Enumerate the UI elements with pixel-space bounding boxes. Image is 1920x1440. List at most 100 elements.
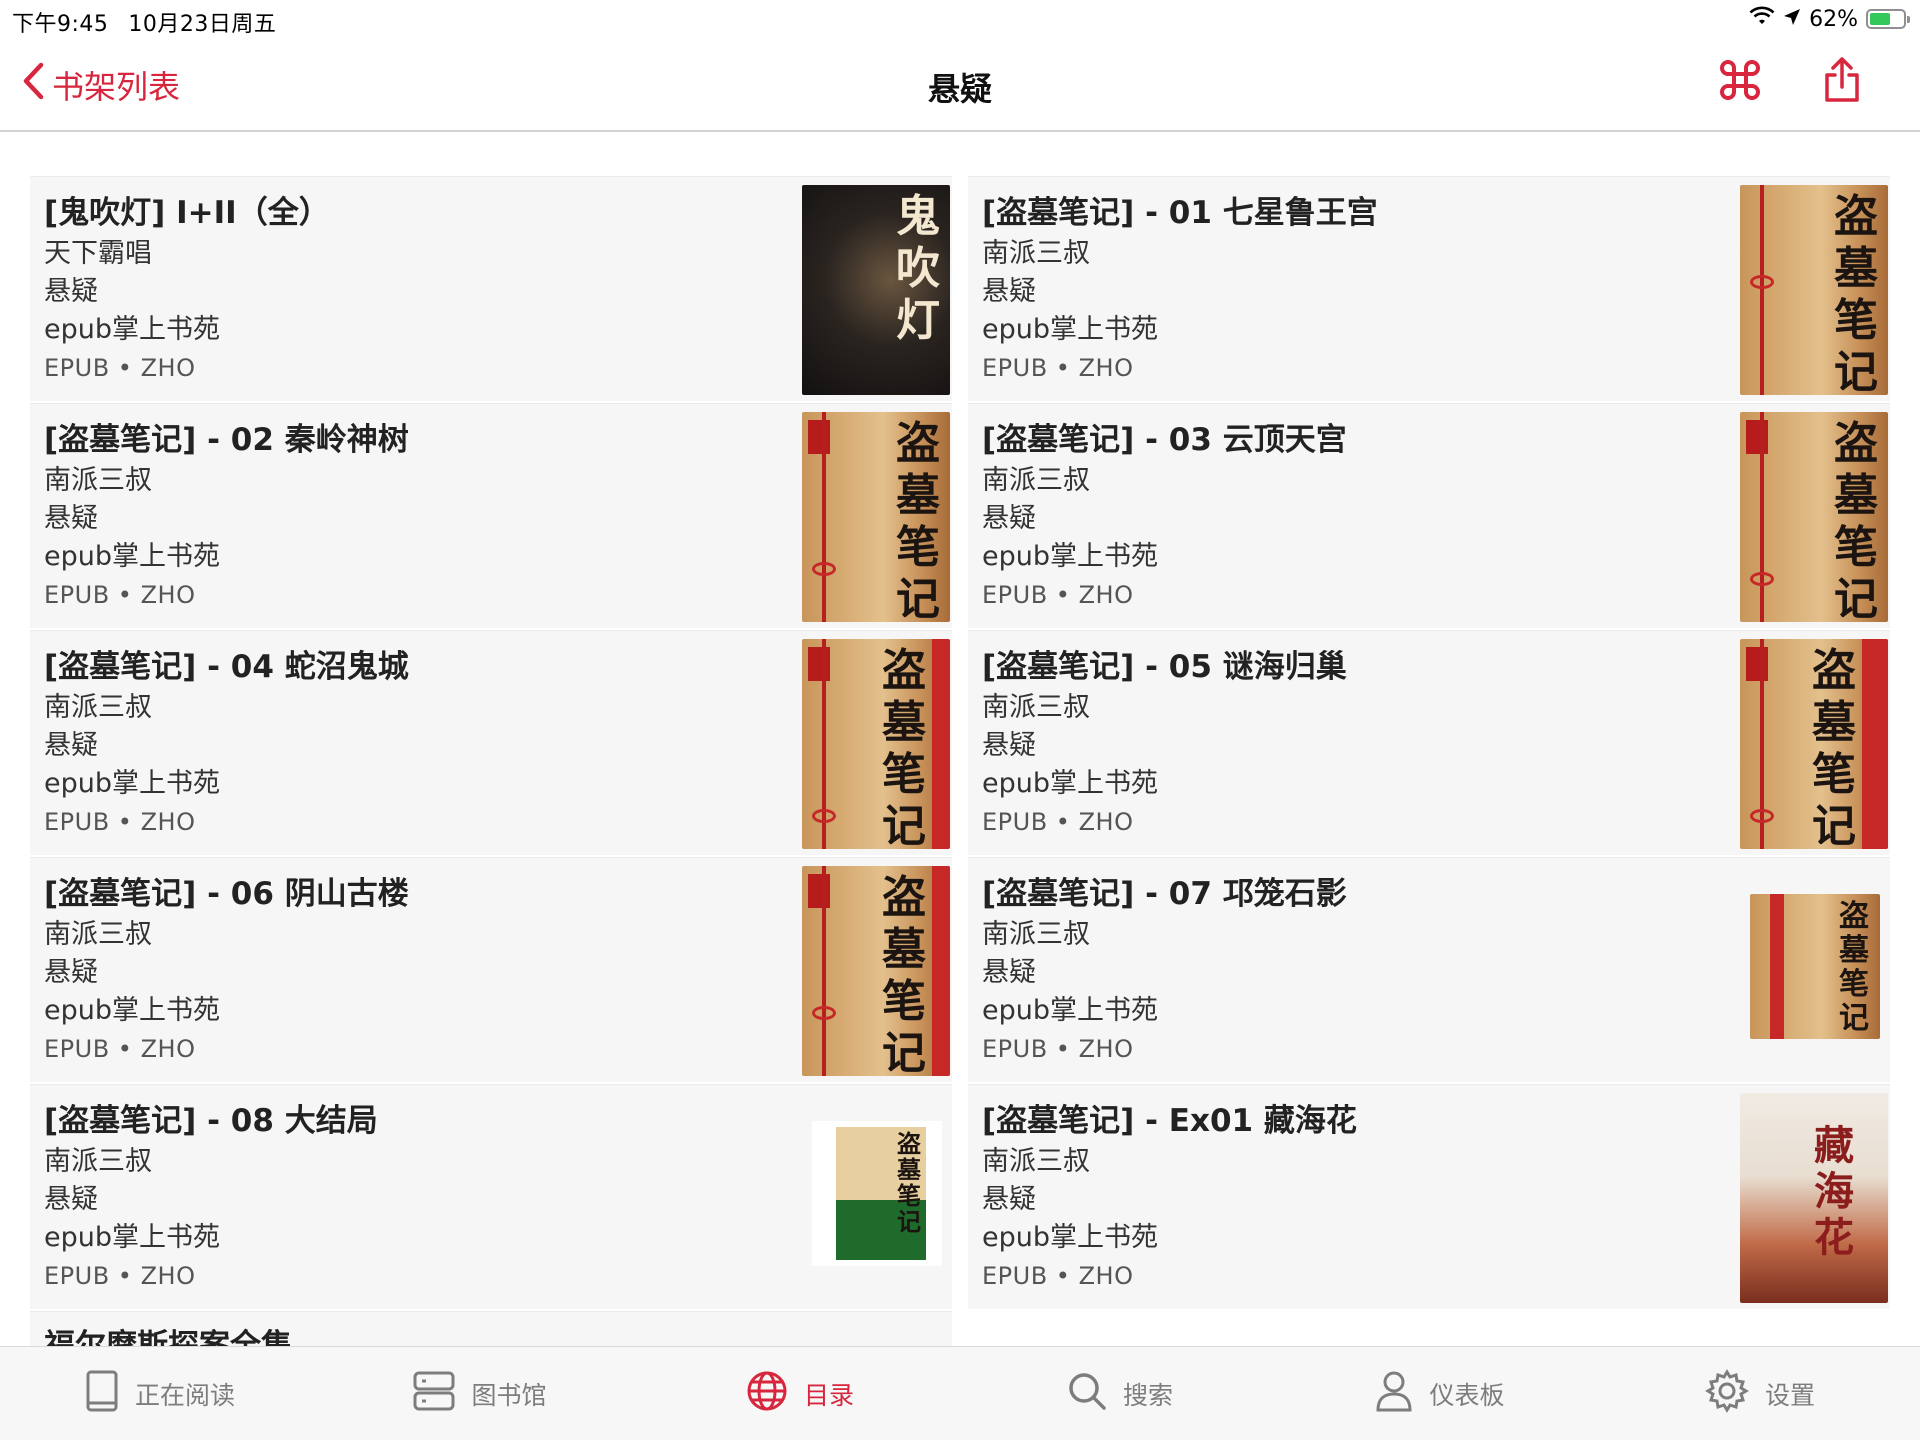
cover-strip — [1770, 894, 1784, 1039]
cover-knot — [1750, 809, 1774, 823]
cover-knot — [1750, 572, 1774, 586]
tab-dashboard[interactable]: 仪表板 — [1280, 1347, 1600, 1440]
book-info: [盗墓笔记] - 07 邛笼石影 南派三叔 悬疑 epub掌上书苑 EPUB •… — [982, 872, 1710, 1068]
book-category: 悬疑 — [44, 503, 98, 534]
book-publisher: epub掌上书苑 — [982, 1222, 1159, 1253]
tab-label: 目录 — [803, 1380, 854, 1410]
nav-actions — [1716, 57, 1866, 106]
book-title: 福尔摩斯探案全集 — [44, 1328, 292, 1346]
book-title: [盗墓笔记] - 05 谜海归巢 — [982, 649, 1347, 685]
book-card[interactable]: [盗墓笔记] - 04 蛇沼鬼城 南派三叔 悬疑 epub掌上书苑 EPUB •… — [30, 630, 952, 857]
book-format: EPUB • ZHO — [982, 808, 1134, 836]
book-author: 天下霸唱 — [44, 238, 152, 269]
book-card[interactable]: [盗墓笔记] - Ex01 藏海花 南派三叔 悬疑 epub掌上书苑 EPUB … — [968, 1084, 1890, 1311]
book-author: 南派三叔 — [982, 465, 1090, 496]
navigation-bar: 书架列表 悬疑 — [0, 38, 1920, 132]
book-category: 悬疑 — [982, 1184, 1036, 1215]
command-button[interactable] — [1716, 58, 1764, 106]
book-card[interactable]: [盗墓笔记] - 01 七星鲁王宫 南派三叔 悬疑 epub掌上书苑 EPUB … — [968, 176, 1890, 403]
book-title: [盗墓笔记] - 03 云顶天宫 — [982, 422, 1347, 458]
book-publisher: epub掌上书苑 — [982, 768, 1159, 799]
book-publisher: epub掌上书苑 — [982, 314, 1159, 345]
cover-title: 盗墓笔记 — [1812, 645, 1856, 849]
tab-library[interactable]: 图书馆 — [320, 1347, 640, 1440]
tab-label: 正在阅读 — [134, 1380, 235, 1410]
book-title: [盗墓笔记] - Ex01 藏海花 — [982, 1103, 1357, 1139]
book-icon — [85, 1370, 119, 1418]
book-category: 悬疑 — [44, 276, 98, 307]
book-category: 悬疑 — [44, 1184, 98, 1215]
cover-strip — [932, 866, 950, 1076]
book-format: EPUB • ZHO — [982, 1262, 1134, 1290]
book-format: EPUB • ZHO — [982, 354, 1134, 382]
status-bar: 下午9:45 10月23日周五 62% — [0, 0, 1920, 38]
book-info: [盗墓笔记] - Ex01 藏海花 南派三叔 悬疑 epub掌上书苑 EPUB … — [982, 1099, 1710, 1295]
book-category: 悬疑 — [44, 957, 98, 988]
cover-tag — [1746, 647, 1768, 681]
battery-icon — [1866, 9, 1910, 29]
book-title: [盗墓笔记] - 08 大结局 — [44, 1103, 378, 1139]
status-date: 10月23日周五 — [128, 12, 277, 37]
tab-settings[interactable]: 设置 — [1600, 1347, 1920, 1440]
cover-tag — [808, 874, 830, 908]
cover-ribbon — [1760, 412, 1764, 622]
cover-tag — [808, 647, 830, 681]
cover-knot — [812, 562, 836, 576]
share-button[interactable] — [1818, 57, 1866, 106]
battery-fill — [1870, 13, 1890, 25]
book-category: 悬疑 — [982, 957, 1036, 988]
tab-label: 设置 — [1764, 1380, 1815, 1410]
book-info: [盗墓笔记] - 08 大结局 南派三叔 悬疑 epub掌上书苑 EPUB • … — [44, 1099, 772, 1295]
cover-strip — [1862, 639, 1888, 849]
page-title: 悬疑 — [927, 70, 992, 108]
book-card[interactable]: [鬼吹灯] I+II（全） 天下霸唱 悬疑 epub掌上书苑 EPUB • ZH… — [30, 176, 952, 403]
book-card[interactable]: [盗墓笔记] - 02 秦岭神树 南派三叔 悬疑 epub掌上书苑 EPUB •… — [30, 403, 952, 630]
book-card[interactable]: [盗墓笔记] - 06 阴山古楼 南派三叔 悬疑 epub掌上书苑 EPUB •… — [30, 857, 952, 1084]
book-card[interactable]: [盗墓笔记] - 07 邛笼石影 南派三叔 悬疑 epub掌上书苑 EPUB •… — [968, 857, 1890, 1084]
book-card-partial[interactable]: 福尔摩斯探案全集 — [30, 1311, 952, 1346]
book-info: [盗墓笔记] - 02 秦岭神树 南派三叔 悬疑 epub掌上书苑 EPUB •… — [44, 418, 772, 614]
book-card[interactable]: [盗墓笔记] - 08 大结局 南派三叔 悬疑 epub掌上书苑 EPUB • … — [30, 1084, 952, 1311]
book-format: EPUB • ZHO — [44, 581, 196, 609]
tab-reading[interactable]: 正在阅读 — [0, 1347, 320, 1440]
gear-icon — [1705, 1368, 1749, 1419]
book-card[interactable]: [盗墓笔记] - 05 谜海归巢 南派三叔 悬疑 epub掌上书苑 EPUB •… — [968, 630, 1890, 857]
book-info: [盗墓笔记] - 05 谜海归巢 南派三叔 悬疑 epub掌上书苑 EPUB •… — [982, 645, 1710, 841]
book-format: EPUB • ZHO — [44, 1262, 196, 1290]
tab-search[interactable]: 搜索 — [960, 1347, 1280, 1440]
battery-percent: 62% — [1809, 6, 1858, 32]
book-format: EPUB • ZHO — [982, 1035, 1134, 1063]
book-publisher: epub掌上书苑 — [982, 995, 1159, 1026]
book-author: 南派三叔 — [982, 1146, 1090, 1177]
book-format: EPUB • ZHO — [982, 581, 1134, 609]
search-icon — [1067, 1371, 1107, 1417]
book-title: [盗墓笔记] - 06 阴山古楼 — [44, 876, 409, 912]
book-format: EPUB • ZHO — [44, 1035, 196, 1063]
cover-title: 盗墓笔记 — [1839, 899, 1869, 1036]
tab-bar: 正在阅读 图书馆 目录 搜索 仪表板 设置 — [0, 1346, 1920, 1440]
book-title: [盗墓笔记] - 02 秦岭神树 — [44, 422, 409, 458]
location-arrow-icon — [1783, 7, 1801, 32]
cover-title: 盗墓笔记 — [897, 1129, 921, 1236]
command-icon — [1718, 58, 1762, 106]
cover-ribbon — [822, 866, 826, 1076]
cover-knot — [812, 1006, 836, 1020]
book-publisher: epub掌上书苑 — [44, 1222, 221, 1253]
status-left: 下午9:45 10月23日周五 — [12, 6, 276, 38]
book-card[interactable]: [盗墓笔记] - 03 云顶天宫 南派三叔 悬疑 epub掌上书苑 EPUB •… — [968, 403, 1890, 630]
book-cover: 盗墓笔记 — [1740, 639, 1888, 849]
book-publisher: epub掌上书苑 — [982, 541, 1159, 572]
book-info: [盗墓笔记] - 04 蛇沼鬼城 南派三叔 悬疑 epub掌上书苑 EPUB •… — [44, 645, 772, 841]
book-publisher: epub掌上书苑 — [44, 314, 221, 345]
tab-catalog[interactable]: 目录 — [640, 1347, 960, 1440]
cover-title: 盗墓笔记 — [882, 872, 926, 1076]
book-format: EPUB • ZHO — [44, 808, 196, 836]
book-author: 南派三叔 — [982, 692, 1090, 723]
book-cover: 盗墓笔记 — [1740, 412, 1888, 622]
book-author: 南派三叔 — [44, 692, 152, 723]
book-info: [盗墓笔记] - 03 云顶天宫 南派三叔 悬疑 epub掌上书苑 EPUB •… — [982, 418, 1710, 614]
cover-title: 盗墓笔记 — [896, 418, 940, 622]
book-category: 悬疑 — [982, 730, 1036, 761]
book-author: 南派三叔 — [982, 238, 1090, 269]
book-info: [盗墓笔记] - 01 七星鲁王宫 南派三叔 悬疑 epub掌上书苑 EPUB … — [982, 191, 1710, 387]
